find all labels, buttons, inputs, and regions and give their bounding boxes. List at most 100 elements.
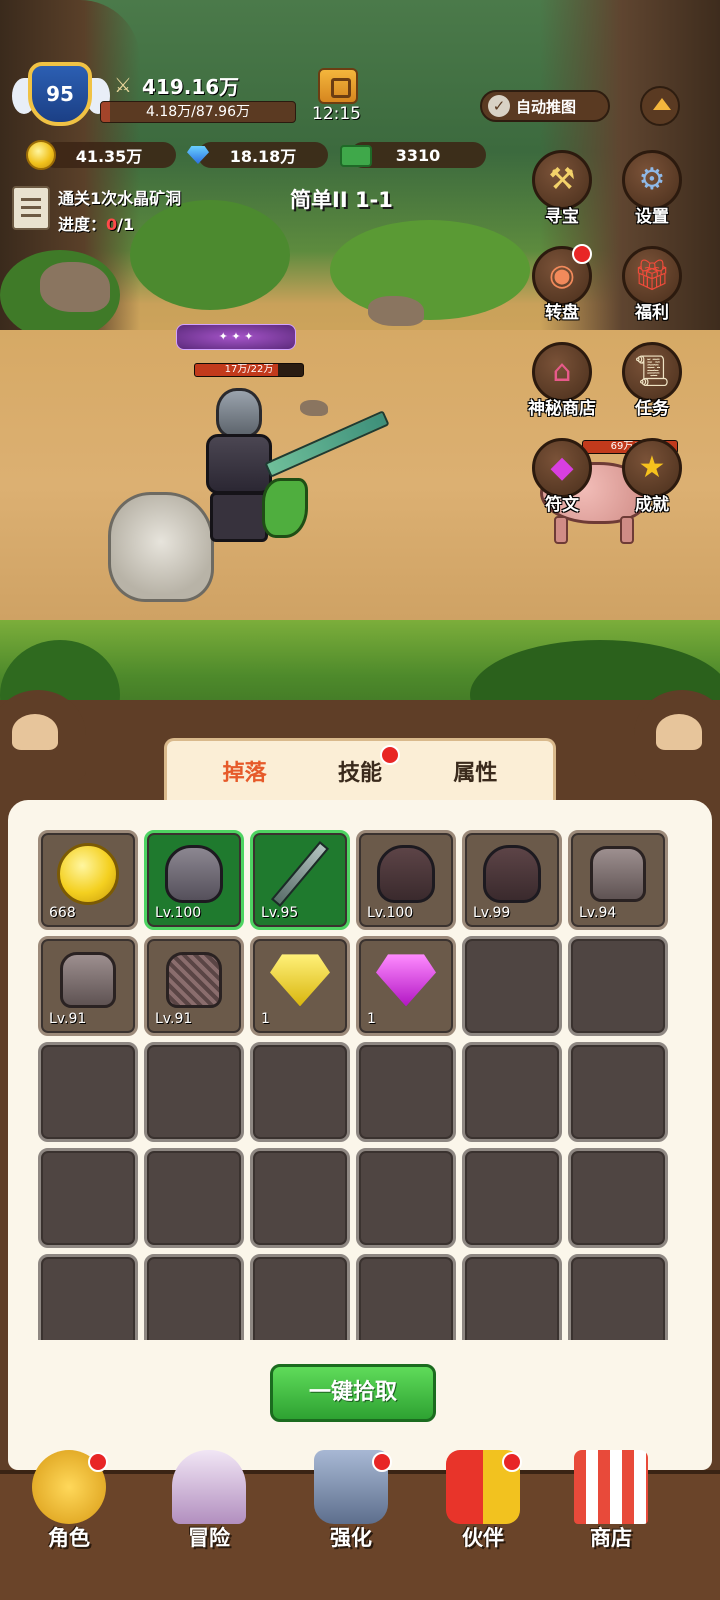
loot-slot [462,936,562,1036]
hero-title-plate: ✦ ✦ ✦ [176,324,296,350]
notification-dot [572,244,592,264]
collapse-menu-button[interactable] [640,86,680,126]
loot-slot-label: 1 [367,1011,376,1027]
boots-icon [483,845,541,904]
treasure-hunt-button[interactable]: ⚒ 寻宝 [524,150,600,230]
nav-partner[interactable]: 伙伴 [428,1450,538,1590]
loot-slot-label: Lv.99 [473,905,511,921]
loot-slot [144,1042,244,1142]
game-clock: 12:15 [312,104,361,124]
loot-slot [38,1042,138,1142]
loot-slot[interactable]: Lv.95 [250,830,350,930]
loot-slot[interactable]: Lv.99 [462,830,562,930]
settings-button[interactable]: ⚙ 设置 [614,150,690,230]
mystery-shop-button[interactable]: ⌂ 神秘商店 [524,342,600,422]
nav-character[interactable]: 角色 [14,1450,124,1590]
checkmark-icon: ✓ [488,95,510,117]
quest-tracker[interactable]: 通关1次水晶矿洞 进度：0/1 [12,186,181,238]
loot-slot-label: Lv.100 [155,905,202,921]
quest-progress-label: 进度： [58,215,107,234]
player-level-badge[interactable]: 95 [28,62,92,126]
loot-grid: 668 Lv.100 Lv.95 Lv.100 Lv.99 Lv.94 Lv.91 Lv.91… [38,830,672,1340]
quest-progress-current: 0 [106,215,118,234]
loot-slot[interactable]: Lv.94 [568,830,668,930]
gold-coin-icon [57,843,119,906]
panel-ear-left [0,690,86,780]
auto-push-toggle[interactable]: ✓ 自动推图 [480,90,610,122]
player-level: 95 [46,82,74,106]
loot-slot[interactable]: Lv.100 [144,830,244,930]
auto-push-label: 自动推图 [516,97,577,116]
loot-slot[interactable]: Lv.91 [144,936,244,1036]
loot-slot [568,1148,668,1248]
portal-icon [172,1450,246,1524]
hero-axe [262,478,308,538]
nav-enhance[interactable]: 强化 [296,1450,406,1590]
loot-slot [462,1042,562,1142]
side-menu-label: 转盘 [545,303,579,323]
side-menu-label: 符文 [545,495,579,515]
welfare-button[interactable]: 🎁︎ 福利 [614,246,690,326]
loot-slot[interactable]: Lv.91 [38,936,138,1036]
shop-icon: ⌂ [552,354,572,389]
notification-dot [88,1452,108,1472]
crossed-swords-icon: ⚔ [114,73,132,97]
pickup-all-button[interactable]: 一键拾取 [270,1364,436,1422]
nav-label: 强化 [330,1526,372,1550]
loot-slot [356,1148,456,1248]
quest-scroll-icon [12,186,50,230]
loot-slot [250,1254,350,1340]
nav-shop[interactable]: 商店 [556,1450,666,1590]
purple-gem-icon [376,954,436,1007]
quest-progress: 进度：0/1 [58,212,181,238]
combat-power-value: 419.16万 [142,74,240,99]
tab-attributes-label: 属性 [453,760,498,786]
loot-slot-label: Lv.100 [367,905,414,921]
loot-slot [144,1148,244,1248]
lucky-wheel-button[interactable]: ◉ 转盘 [524,244,600,326]
chest-mesh-icon [166,952,222,1009]
helmet-dark-icon [377,845,435,904]
panel-tabs: 掉落 技能 属性 [164,738,556,800]
tab-skills-label: 技能 [337,760,382,786]
nav-label: 伙伴 [462,1526,504,1550]
loot-slot [250,1042,350,1142]
panel-ear-right [634,690,720,780]
gold-coin-icon [26,140,56,170]
loot-slot [568,1042,668,1142]
loot-slot [38,1254,138,1340]
chest-armor-icon [590,846,646,903]
wheel-icon: ◉ [548,258,576,293]
loot-slot[interactable]: 1 [250,936,350,1036]
cash-icon [340,145,372,167]
bush [330,220,530,320]
side-menu-label: 神秘商店 [528,399,596,419]
loot-slot[interactable]: 1 [356,936,456,1036]
store-icon [574,1450,648,1524]
loot-slot [462,1148,562,1248]
star-icon: ★ [638,450,666,485]
tasks-button[interactable]: 📜︎ 任务 [614,342,690,422]
rock [368,296,424,326]
hero-hp-bar: 17万/22万 [194,363,304,377]
tab-attributes[interactable]: 属性 [453,755,497,787]
rank-icon[interactable] [318,68,358,104]
loot-slot [462,1254,562,1340]
loot-slot [38,1148,138,1248]
rock [40,262,110,312]
gold-value: 41.35万 [75,147,143,166]
tab-skills[interactable]: 技能 [337,744,400,787]
loot-slot[interactable]: 668 [38,830,138,930]
loot-slot[interactable]: Lv.100 [356,830,456,930]
yellow-gem-icon [270,954,330,1007]
diamond-counter: 18.18万 [198,142,328,168]
sword-icon [270,841,330,908]
tab-loot[interactable]: 掉落 [223,755,267,787]
quest-progress-total: /1 [117,215,135,234]
achievement-button[interactable]: ★ 成就 [614,438,690,518]
loot-slot [250,1148,350,1248]
nav-adventure[interactable]: 冒险 [154,1450,264,1590]
tab-loot-label: 掉落 [222,760,267,786]
exp-bar: 4.18万/87.96万 [100,101,296,123]
rune-button[interactable]: ◆ 符文 [524,438,600,518]
